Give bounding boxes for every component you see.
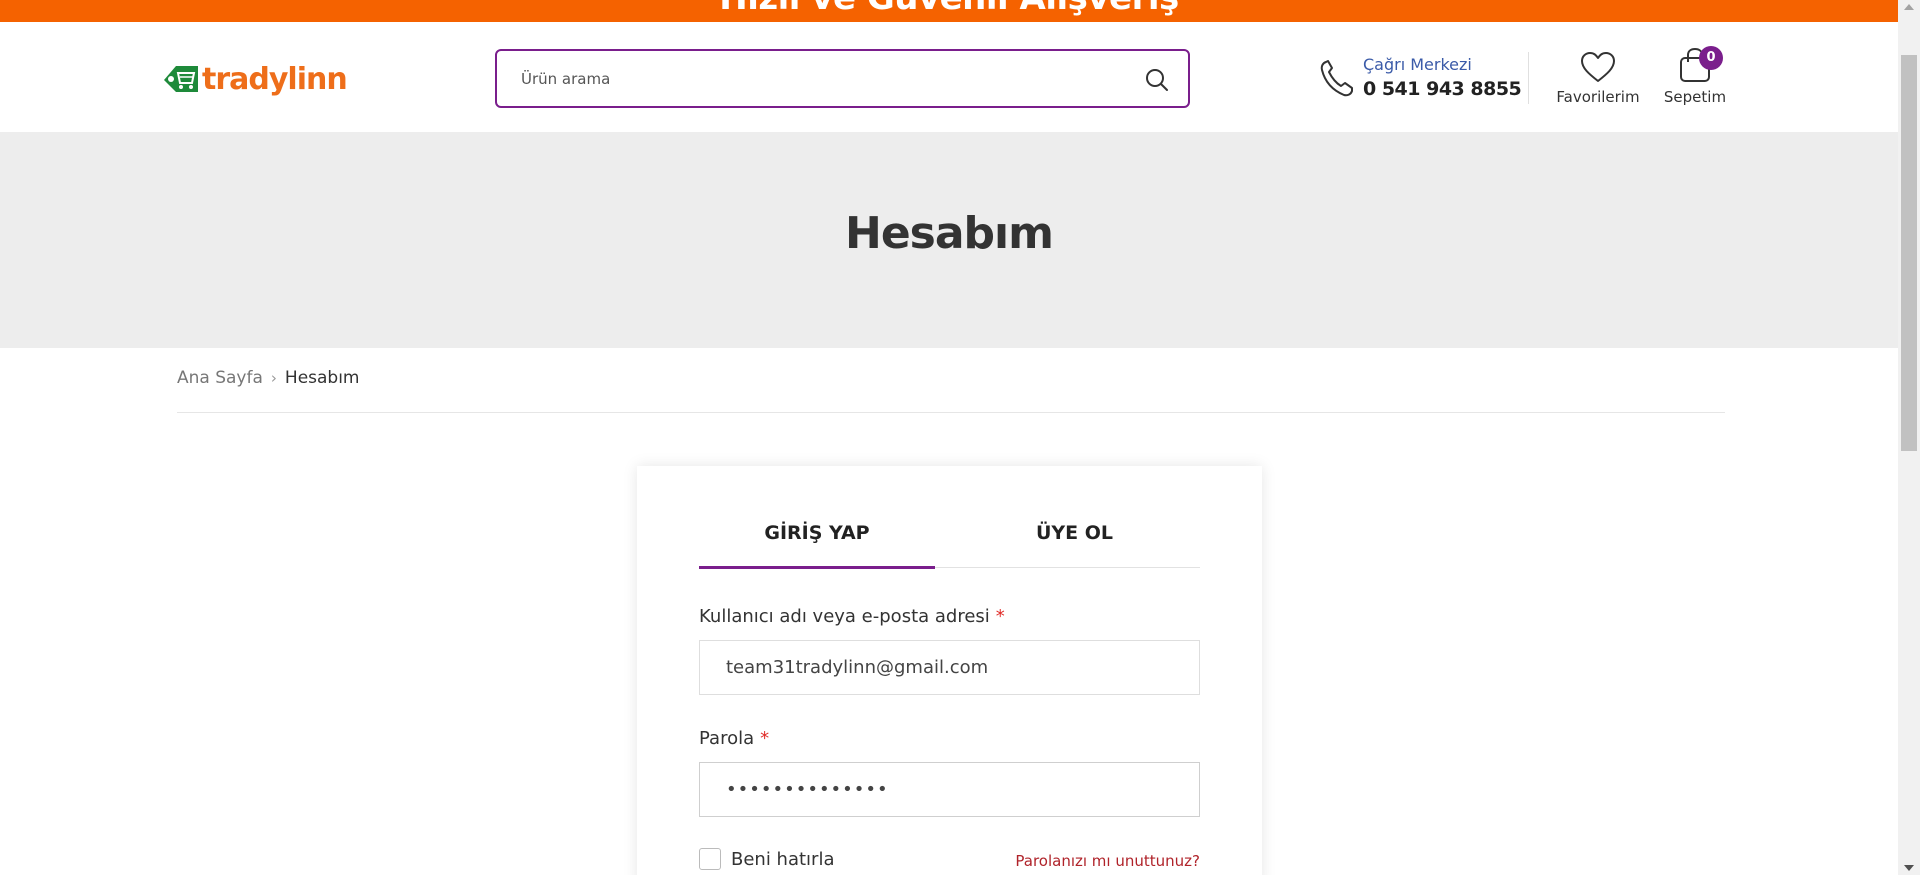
- breadcrumb-separator-icon: ›: [270, 369, 277, 387]
- search-box: [495, 49, 1190, 108]
- required-mark: *: [995, 606, 1005, 627]
- call-center[interactable]: Çağrı Merkezi 0 541 943 8855: [1318, 52, 1522, 108]
- heart-icon: [1581, 52, 1615, 82]
- tab-register[interactable]: ÜYE OL: [949, 518, 1200, 568]
- tab-login[interactable]: GİRİŞ YAP: [699, 518, 935, 569]
- auth-tabs: GİRİŞ YAP ÜYE OL: [699, 518, 1200, 569]
- favorites-button[interactable]: Favorilerim: [1553, 50, 1643, 110]
- promo-banner: Hızlı ve Güvenli Alışveriş: [0, 0, 1898, 22]
- scroll-down-arrow-icon[interactable]: [1904, 865, 1914, 871]
- breadcrumb-current: Hesabım: [284, 368, 360, 388]
- search-icon[interactable]: [1144, 67, 1170, 93]
- scroll-up-arrow-icon[interactable]: [1904, 4, 1914, 10]
- search-input[interactable]: [521, 65, 1121, 93]
- password-label: Parola *: [699, 728, 769, 749]
- breadcrumb: Ana Sayfa › Hesabım: [177, 368, 360, 388]
- username-label-text: Kullanıcı adı veya e-posta adresi: [699, 606, 990, 627]
- page-title: Hesabım: [845, 208, 1054, 259]
- call-center-label: Çağrı Merkezi: [1363, 55, 1472, 74]
- password-field[interactable]: [699, 762, 1200, 817]
- required-mark: *: [760, 728, 770, 749]
- page-scrollbar[interactable]: [1898, 0, 1920, 875]
- cart-label: Sepetim: [1663, 88, 1727, 106]
- promo-banner-text: Hızlı ve Güvenli Alışveriş: [0, 0, 1898, 18]
- remember-me[interactable]: Beni hatırla: [699, 848, 834, 870]
- username-label: Kullanıcı adı veya e-posta adresi *: [699, 606, 1005, 627]
- brand-name: tradylinn: [202, 62, 348, 97]
- site-header: tradylinn Çağrı Merkezi 0 541 943 8855 F…: [0, 22, 1898, 122]
- remember-me-checkbox[interactable]: [699, 848, 721, 870]
- scrollbar-thumb[interactable]: [1901, 55, 1917, 451]
- breadcrumb-home-link[interactable]: Ana Sayfa: [177, 368, 263, 388]
- username-field[interactable]: [699, 640, 1200, 695]
- cart-button[interactable]: 0 Sepetim: [1655, 46, 1735, 110]
- password-label-text: Parola: [699, 728, 755, 749]
- favorites-label: Favorilerim: [1556, 88, 1640, 106]
- call-center-number[interactable]: 0 541 943 8855: [1363, 78, 1522, 100]
- cart-count-badge: 0: [1699, 46, 1723, 70]
- page-title-band: Hesabım: [0, 132, 1898, 348]
- remember-me-label: Beni hatırla: [731, 848, 835, 870]
- login-card: GİRİŞ YAP ÜYE OL Kullanıcı adı veya e-po…: [637, 466, 1262, 875]
- forgot-password-link[interactable]: Parolanızı mı unuttunuz?: [1015, 852, 1200, 870]
- header-divider: [1528, 52, 1529, 104]
- phone-icon: [1320, 60, 1353, 97]
- brand-logo[interactable]: tradylinn: [160, 62, 348, 98]
- shopping-cart-logo-icon: [164, 66, 198, 92]
- breadcrumb-divider: [177, 412, 1725, 413]
